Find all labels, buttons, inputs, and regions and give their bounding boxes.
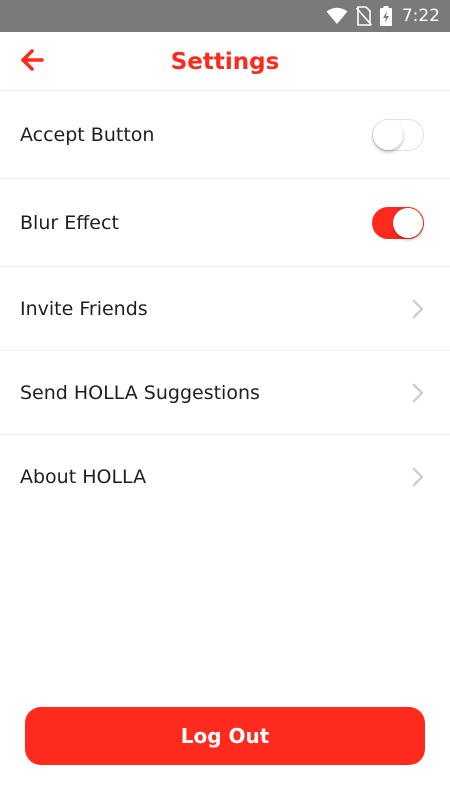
row-label: Send HOLLA Suggestions: [20, 381, 260, 404]
logout-button[interactable]: Log Out: [25, 707, 425, 765]
settings-row-blur-effect: Blur Effect: [0, 179, 450, 267]
status-bar: 7:22: [0, 0, 450, 32]
settings-screen: 7:22 Settings Accept Button Blur Effect: [0, 0, 450, 800]
row-label: About HOLLA: [20, 466, 147, 488]
no-sim-icon: [355, 6, 372, 26]
battery-charging-icon: [379, 6, 392, 26]
settings-list: Accept Button Blur Effect Invite Friends…: [0, 91, 450, 519]
row-label: Accept Button: [20, 123, 155, 146]
settings-row-accept-button: Accept Button: [0, 91, 450, 179]
settings-row-about[interactable]: About HOLLA: [0, 435, 450, 519]
settings-row-send-suggestions[interactable]: Send HOLLA Suggestions: [0, 351, 450, 435]
back-button[interactable]: [12, 42, 52, 82]
page-title: Settings: [170, 49, 280, 75]
row-label: Invite Friends: [20, 297, 148, 320]
app-header: Settings: [0, 32, 450, 91]
toggle-knob: [373, 119, 403, 150]
arrow-left-icon: [20, 49, 44, 75]
status-icons: 7:22: [318, 0, 440, 32]
settings-row-invite-friends[interactable]: Invite Friends: [0, 267, 450, 351]
chevron-right-icon: [412, 467, 424, 487]
row-label: Blur Effect: [20, 211, 119, 234]
toggle-knob: [393, 207, 423, 238]
chevron-right-icon: [412, 383, 424, 403]
blur-effect-toggle[interactable]: [372, 206, 424, 239]
chevron-right-icon: [412, 299, 424, 319]
status-time: 7:22: [401, 6, 440, 26]
accept-button-toggle[interactable]: [372, 118, 424, 151]
wifi-icon: [326, 7, 348, 25]
